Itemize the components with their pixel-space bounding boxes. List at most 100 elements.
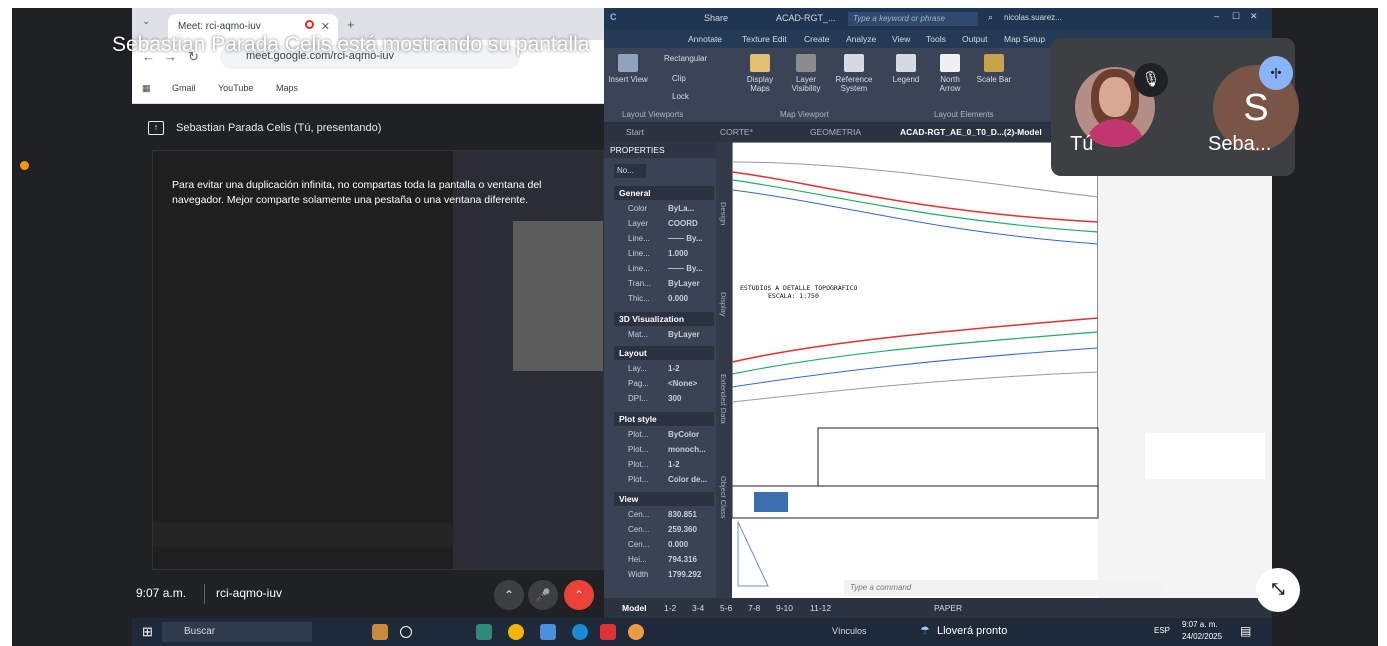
new-tab-icon[interactable]: + xyxy=(347,17,355,32)
prop-row[interactable]: Color ByLa... xyxy=(628,204,724,213)
prop-row[interactable]: Cen... 0.000 xyxy=(628,540,724,549)
prop-value: monoch... xyxy=(668,445,706,454)
bookmark-gmail[interactable]: Gmail xyxy=(172,83,196,93)
close-icon[interactable]: ✕ xyxy=(321,20,330,33)
ribbon-tab-tools[interactable]: Tools xyxy=(926,34,946,44)
side-tab-display[interactable]: Display xyxy=(719,292,728,317)
maximize-icon[interactable]: ☐ xyxy=(1232,11,1240,22)
prop-row[interactable]: Plot... ByColor xyxy=(628,430,724,439)
ribbon-tab-output[interactable]: Output xyxy=(962,34,988,44)
ribbon-tab-analyze[interactable]: Analyze xyxy=(846,34,876,44)
doc-tab-start[interactable]: Start xyxy=(626,127,644,137)
apps-icon[interactable]: ▦ xyxy=(142,83,151,94)
doc-tab-corte[interactable]: CORTE* xyxy=(720,127,753,137)
prop-row[interactable]: DPI... 300 xyxy=(628,394,724,403)
prop-row[interactable]: Cen... 259.360 xyxy=(628,525,724,534)
chrome-icon[interactable] xyxy=(508,624,524,640)
autocad-icon[interactable] xyxy=(600,624,616,640)
paper-toggle[interactable]: PAPER xyxy=(934,603,962,613)
clock-time[interactable]: 9:07 a. m. xyxy=(1182,620,1218,629)
links-toolbar[interactable]: Vínculos xyxy=(832,626,867,636)
prop-row[interactable]: Plot... Color de... xyxy=(628,475,724,484)
prop-row[interactable]: Plot... monoch... xyxy=(628,445,724,454)
doc-tab-geometria[interactable]: GEOMETRIA xyxy=(810,127,861,137)
ribbon-tab-texture-edit[interactable]: Texture Edit xyxy=(742,34,787,44)
display-maps-button[interactable]: Display Maps xyxy=(738,54,782,93)
reference-system-button[interactable]: Reference System xyxy=(830,54,878,93)
tab-search-icon[interactable]: ⌄ xyxy=(142,16,150,27)
prop-row[interactable]: Thic... 0.000 xyxy=(628,294,724,303)
chrome-alt-icon[interactable] xyxy=(628,624,644,640)
prop-row[interactable]: Line... —— By... xyxy=(628,264,724,273)
lock-button[interactable]: Lock xyxy=(672,92,689,101)
chevron-up-icon[interactable]: ⌃ xyxy=(494,580,524,610)
drawing-canvas[interactable]: ESTUDIOS A DETALLE TOPOGRAFICO ESCALA: 1… xyxy=(732,142,1272,598)
prop-row[interactable]: Line... —— By... xyxy=(628,234,724,243)
microphone-button[interactable]: 🎤 xyxy=(528,580,558,610)
palette-side-tabs: Design Display Extended Data Object Clas… xyxy=(716,142,732,598)
share-button[interactable]: Share xyxy=(704,13,728,23)
bookmark-maps[interactable]: Maps xyxy=(276,83,298,93)
minimize-self-view-button[interactable]: ⤡ xyxy=(1256,568,1300,612)
prop-row[interactable]: Hei... 794.316 xyxy=(628,555,724,564)
legend-button[interactable]: Legend xyxy=(886,54,926,84)
windows-start-icon[interactable]: ⊞ xyxy=(142,624,153,640)
scale-bar-button[interactable]: Scale Bar xyxy=(974,54,1014,84)
side-tab-object-class[interactable]: Object Class xyxy=(719,476,728,519)
taskbar-search[interactable]: Buscar xyxy=(162,622,312,642)
layout-tab[interactable]: 1-2 xyxy=(664,603,676,613)
side-tab-extended-data[interactable]: Extended Data xyxy=(719,374,728,424)
ribbon-tab-map-setup[interactable]: Map Setup xyxy=(1004,34,1045,44)
ribbon-tab-create[interactable]: Create xyxy=(804,34,830,44)
ribbon-tab-annotate[interactable]: Annotate xyxy=(688,34,722,44)
close-window-icon[interactable]: ✕ xyxy=(1250,11,1258,22)
layout-tab[interactable]: 11-12 xyxy=(810,603,831,613)
bookmark-youtube[interactable]: YouTube xyxy=(218,83,253,93)
ribbon-tab-view[interactable]: View xyxy=(892,34,910,44)
rectangular-button[interactable]: Rectangular xyxy=(664,54,707,63)
north-arrow-button[interactable]: North Arrow xyxy=(930,54,970,93)
autocad-search[interactable]: Type a keyword or phrase xyxy=(848,12,978,26)
news-icon[interactable] xyxy=(372,624,388,640)
app-icon[interactable] xyxy=(476,624,492,640)
minimize-icon[interactable]: – xyxy=(1214,11,1219,21)
section-3d-visualization[interactable]: 3D Visualization xyxy=(614,312,714,326)
selection-dropdown[interactable]: No... xyxy=(614,164,646,178)
prop-row[interactable]: Pag... <None> xyxy=(628,379,724,388)
drawing-title: ESTUDIOS A DETALLE TOPOGRAFICO xyxy=(740,284,858,292)
autocad-logo-icon[interactable]: C xyxy=(610,12,617,22)
prop-row[interactable]: Tran... ByLayer xyxy=(628,279,724,288)
side-tab-design[interactable]: Design xyxy=(719,202,728,225)
user-name[interactable]: nicolas.suarez... xyxy=(1004,13,1062,22)
prop-row[interactable]: Plot... 1-2 xyxy=(628,460,724,469)
explorer-icon[interactable] xyxy=(540,624,556,640)
search-icon[interactable]: ⌕ xyxy=(988,12,993,23)
model-tab[interactable]: Model xyxy=(622,603,647,613)
cortana-icon[interactable] xyxy=(400,626,412,638)
doc-tab-active[interactable]: ACAD-RGT_AE_0_T0_D...(2)-Model xyxy=(900,127,1042,137)
weather-text[interactable]: Lloverá pronto xyxy=(937,625,1007,637)
clock-date[interactable]: 24/02/2025 xyxy=(1182,632,1222,641)
section-view[interactable]: View xyxy=(614,492,714,506)
layout-tab[interactable]: 3-4 xyxy=(692,603,704,613)
section-plot-style[interactable]: Plot style xyxy=(614,412,714,426)
notifications-icon[interactable]: ▤ xyxy=(1240,624,1251,638)
layout-tab[interactable]: 5-6 xyxy=(720,603,732,613)
prop-row[interactable]: Mat... ByLayer xyxy=(628,330,724,339)
layout-tab[interactable]: 9-10 xyxy=(776,603,793,613)
section-general[interactable]: General xyxy=(614,186,714,200)
layout-tab[interactable]: 7-8 xyxy=(748,603,760,613)
prop-row[interactable]: Line... 1.000 xyxy=(628,249,724,258)
section-layout[interactable]: Layout xyxy=(614,346,714,360)
clip-button[interactable]: Clip xyxy=(672,74,686,83)
language-indicator[interactable]: ESP xyxy=(1154,626,1170,635)
edge-icon[interactable] xyxy=(572,624,588,640)
insert-view-button[interactable]: Insert View xyxy=(606,54,650,84)
prop-row[interactable]: Lay... 1-2 xyxy=(628,364,724,373)
prop-row[interactable]: Cen... 830.851 xyxy=(628,510,724,519)
command-line[interactable]: Type a command xyxy=(844,580,1164,596)
prop-row[interactable]: Width 1799.292 xyxy=(628,570,724,579)
prop-row[interactable]: Layer COORD xyxy=(628,219,724,228)
layer-visibility-button[interactable]: Layer Visibility xyxy=(784,54,828,93)
more-button[interactable]: ⌃ xyxy=(564,580,594,610)
